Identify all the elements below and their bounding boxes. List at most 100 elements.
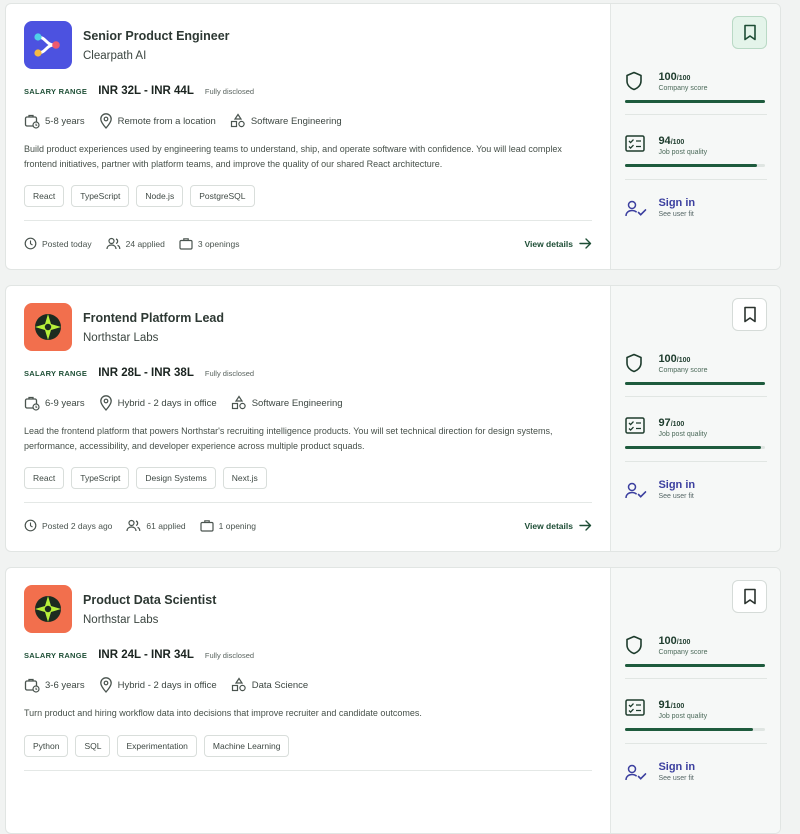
sign-in-title: Sign in	[658, 197, 696, 209]
experience: 3-6 years	[24, 677, 85, 693]
skill-tag: Machine Learning	[203, 735, 290, 757]
job-card[interactable]: Product Data Scientist Northstar Labs SA…	[5, 567, 781, 834]
location-pin-icon	[99, 677, 112, 693]
company-logo	[24, 303, 72, 351]
company-score-label: Company score	[658, 649, 708, 656]
divider	[625, 114, 768, 115]
company-score-bar	[625, 664, 766, 667]
job-meta-row: 3-6 years Hybrid - 2 days in office Data…	[24, 677, 322, 693]
location: Hybrid - 2 days in office	[99, 395, 217, 411]
job-title[interactable]: Frontend Platform Lead	[83, 311, 224, 325]
experience: 6-9 years	[24, 395, 85, 411]
shapes-icon	[231, 677, 246, 692]
job-description: Lead the frontend platform that powers N…	[24, 426, 553, 451]
users-icon	[106, 237, 121, 250]
skill-tag: TypeScript	[71, 185, 130, 207]
shield-icon	[626, 635, 643, 655]
posted-text: Posted today	[42, 238, 92, 249]
posted-text: Posted 2 days ago	[42, 520, 113, 531]
job-title[interactable]: Senior Product Engineer	[83, 29, 230, 43]
sign-in-title: Sign in	[658, 761, 696, 773]
checklist-icon	[625, 135, 646, 152]
salary-value: INR 32L - INR 44L	[98, 85, 194, 97]
salary-value: INR 24L - INR 34L	[98, 649, 194, 661]
salary-value: INR 28L - INR 38L	[98, 367, 194, 379]
skill-tags: React TypeScript Design Systems Next.js	[24, 467, 274, 489]
company-name: Northstar Labs	[83, 614, 159, 626]
company-score-label: Company score	[658, 367, 708, 374]
company-score-value: 100/100	[658, 635, 691, 647]
company-logo	[24, 21, 72, 69]
divider	[625, 678, 768, 679]
post-quality-label: Job post quality	[658, 713, 708, 720]
bookmark-icon	[744, 588, 756, 605]
job-card[interactable]: Senior Product Engineer Clearpath AI SAL…	[5, 3, 781, 270]
bookmark-button[interactable]	[732, 580, 768, 613]
user-check-icon	[625, 482, 647, 499]
skill-tag: PostgreSQL	[190, 185, 255, 207]
compass-star-logo-icon	[35, 314, 61, 340]
experience-text: 6-9 years	[45, 397, 85, 409]
location-text: Hybrid - 2 days in office	[117, 679, 217, 691]
category-text: Software Engineering	[250, 115, 342, 127]
bookmark-icon	[744, 306, 756, 323]
job-card[interactable]: Frontend Platform Lead Northstar Labs SA…	[5, 285, 781, 552]
location: Hybrid - 2 days in office	[99, 677, 217, 693]
divider	[625, 179, 768, 180]
salary-label: SALARY RANGE	[24, 651, 88, 660]
user-check-icon	[625, 764, 647, 781]
divider	[625, 396, 768, 397]
sign-in-subtitle: See user fit	[658, 493, 694, 500]
clock-icon	[24, 237, 37, 250]
sign-in-subtitle: See user fit	[658, 775, 694, 782]
divider	[625, 461, 768, 462]
divider	[24, 502, 592, 503]
openings-text: 3 openings	[197, 238, 240, 249]
briefcase-clock-icon	[24, 678, 40, 693]
job-meta-row: 5-8 years Remote from a location Softwar…	[24, 113, 356, 129]
divider	[625, 743, 768, 744]
bookmark-button[interactable]	[732, 16, 768, 49]
job-card-footer: Posted today 24 applied 3 openings View …	[24, 237, 592, 250]
category-text: Data Science	[251, 679, 309, 691]
company-name: Clearpath AI	[83, 50, 147, 62]
view-details-link[interactable]: View details	[524, 238, 592, 249]
post-quality-fill	[625, 446, 762, 449]
applicants: 61 applied	[126, 519, 186, 532]
category: Data Science	[231, 677, 309, 693]
salary-row: SALARY RANGE INR 24L - INR 34L Fully dis…	[24, 649, 254, 661]
company-score-fill	[625, 382, 766, 385]
skill-tags: Python SQL Experimentation Machine Learn…	[24, 735, 296, 757]
job-title[interactable]: Product Data Scientist	[83, 593, 216, 607]
post-quality-bar	[625, 446, 766, 449]
applicants: 24 applied	[106, 237, 165, 250]
company-score-value: 100/100	[658, 353, 691, 365]
skill-tag: React	[24, 467, 65, 489]
location-text: Hybrid - 2 days in office	[117, 397, 217, 409]
briefcase-clock-icon	[24, 396, 40, 411]
compass-star-logo-icon	[35, 596, 61, 622]
shapes-icon	[230, 113, 245, 128]
shield-icon	[626, 71, 643, 91]
openings: 1 opening	[200, 519, 256, 532]
divider	[24, 220, 592, 221]
salary-label: SALARY RANGE	[24, 87, 88, 96]
bookmark-button[interactable]	[732, 298, 768, 331]
view-details-link[interactable]: View details	[524, 520, 592, 531]
skill-tag: Node.js	[136, 185, 184, 207]
posted: Posted 2 days ago	[24, 519, 112, 532]
salary-label: SALARY RANGE	[24, 369, 88, 378]
post-quality-value: 94/100	[658, 135, 685, 147]
salary-note: Fully disclosed	[204, 87, 255, 96]
job-card-sidebar: 100/100 Company score 91/100 Job post qu…	[610, 568, 780, 833]
company-name: Northstar Labs	[83, 332, 159, 344]
job-meta-row: 6-9 years Hybrid - 2 days in office Soft…	[24, 395, 357, 411]
applied-text: 61 applied	[146, 520, 186, 531]
company-score-bar	[625, 382, 766, 385]
salary-note: Fully disclosed	[204, 651, 255, 660]
company-score-value: 100/100	[658, 71, 691, 83]
job-card-sidebar: 100/100 Company score 97/100 Job post qu…	[610, 286, 780, 551]
job-card-footer: Posted 2 days ago 61 applied 1 opening V…	[24, 519, 592, 532]
skill-tag: Python	[24, 735, 69, 757]
briefcase-icon	[200, 520, 214, 532]
